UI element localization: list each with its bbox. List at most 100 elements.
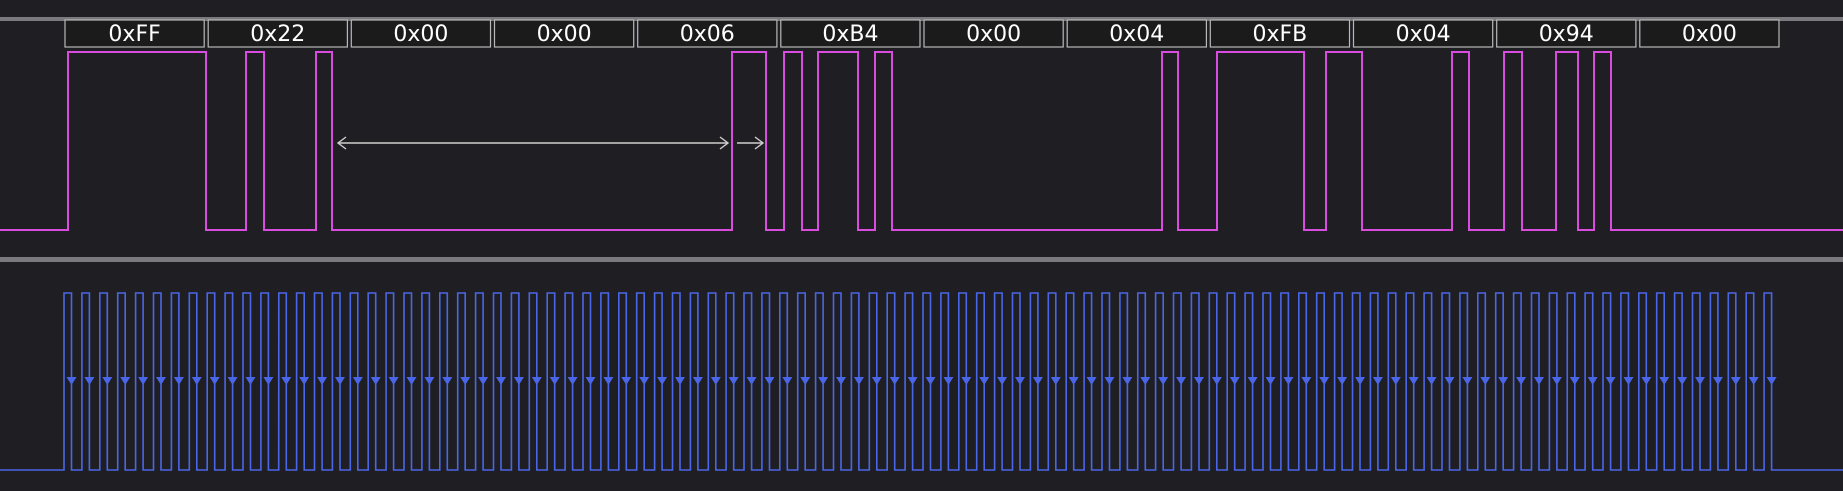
falling-edge-marker-icon [585, 377, 596, 385]
decoded-byte-box[interactable]: 0x00 [493, 19, 635, 48]
byte-value: 0x00 [537, 22, 592, 47]
falling-edge-marker-icon [424, 377, 435, 385]
clock-channel[interactable] [0, 292, 1843, 471]
falling-edge-marker-icon [1659, 377, 1670, 385]
falling-edge-marker-icon [1480, 377, 1491, 385]
falling-edge-marker-icon [245, 377, 256, 385]
falling-edge-marker-icon [1104, 377, 1115, 385]
byte-value: 0x22 [250, 22, 305, 47]
falling-edge-marker-icon [513, 377, 524, 385]
decoded-byte-box[interactable]: 0x04 [1066, 19, 1207, 48]
falling-edge-marker-icon [800, 377, 811, 385]
decoded-byte-box[interactable]: 0xFB [1209, 19, 1351, 48]
falling-edge-marker-icon [657, 377, 668, 385]
falling-edge-marker-icon [1050, 377, 1061, 385]
falling-edge-marker-icon [1730, 377, 1741, 385]
falling-edge-marker-icon [1712, 377, 1723, 385]
falling-edge-marker-icon [674, 377, 685, 385]
timing-marker[interactable] [336, 136, 765, 150]
waveform-canvas[interactable]: 0xFF 0x22 0x00 0x00 0x06 0xB4 0x00 0x04 0xFB 0x04… [0, 0, 1843, 491]
falling-edge-marker-icon [1247, 377, 1258, 385]
falling-edge-marker-icon [263, 377, 274, 385]
decoded-byte-box[interactable]: 0xFF [64, 19, 205, 48]
falling-edge-marker-icon [1748, 377, 1759, 385]
falling-edge-marker-icon [1695, 377, 1706, 385]
byte-value: 0x06 [680, 22, 735, 47]
falling-edge-marker-icon [1408, 377, 1419, 385]
falling-edge-marker-icon [334, 377, 345, 385]
falling-edge-marker-icon [442, 377, 453, 385]
falling-edge-marker-icon [1533, 377, 1544, 385]
byte-value: 0xFF [108, 22, 160, 47]
falling-edge-marker-icon [549, 377, 560, 385]
falling-edge-marker-icon [1211, 377, 1222, 385]
falling-edge-marker-icon [1122, 377, 1133, 385]
falling-edge-marker-icon [317, 377, 328, 385]
falling-edge-marker-icon [1372, 377, 1383, 385]
falling-edge-marker-icon [943, 377, 954, 385]
falling-edge-marker-icon [1355, 377, 1366, 385]
falling-edge-marker-icon [281, 377, 292, 385]
data-channel[interactable] [0, 51, 1843, 231]
byte-value: 0x00 [393, 22, 448, 47]
falling-edge-marker-icon [1337, 377, 1348, 385]
falling-edge-marker-icon [1068, 377, 1079, 385]
byte-value: 0x04 [1396, 22, 1451, 47]
falling-edge-marker-icon [1265, 377, 1276, 385]
falling-edge-marker-icon [460, 377, 471, 385]
falling-edge-marker-icon [1319, 377, 1330, 385]
falling-edge-marker-icon [66, 377, 77, 385]
decoded-byte-box[interactable]: 0x00 [1639, 19, 1780, 48]
falling-edge-marker-icon [567, 377, 578, 385]
channel-separator [0, 257, 1843, 262]
byte-value: 0x94 [1539, 22, 1594, 47]
byte-value: 0x04 [1109, 22, 1164, 47]
falling-edge-marker-icon [155, 377, 166, 385]
decoded-byte-box[interactable]: 0x00 [923, 19, 1064, 48]
falling-edge-marker-icon [1677, 377, 1688, 385]
falling-edge-marker-icon [1176, 377, 1187, 385]
byte-value: 0xFB [1253, 22, 1308, 47]
falling-edge-marker-icon [621, 377, 632, 385]
falling-edge-marker-icon [138, 377, 149, 385]
edge-markers [66, 377, 1777, 385]
falling-edge-marker-icon [979, 377, 990, 385]
falling-edge-marker-icon [299, 377, 310, 385]
decoded-byte-box[interactable]: 0x22 [207, 19, 348, 48]
byte-value: 0x00 [1682, 22, 1737, 47]
falling-edge-marker-icon [173, 377, 184, 385]
falling-edge-marker-icon [1283, 377, 1294, 385]
decoded-byte-box[interactable]: 0x06 [637, 19, 778, 48]
logic-analyzer-view: 0xFF 0x22 0x00 0x00 0x06 0xB4 0x00 0x04 0xFB 0x04… [0, 0, 1843, 491]
falling-edge-marker-icon [496, 377, 507, 385]
falling-edge-marker-icon [1390, 377, 1401, 385]
falling-edge-marker-icon [889, 377, 900, 385]
decoded-byte-box[interactable]: 0xB4 [780, 19, 921, 48]
falling-edge-marker-icon [746, 377, 757, 385]
falling-edge-marker-icon [191, 377, 202, 385]
falling-edge-marker-icon [1229, 377, 1240, 385]
decoded-byte-box[interactable]: 0x04 [1352, 19, 1494, 48]
falling-edge-marker-icon [728, 377, 739, 385]
falling-edge-marker-icon [102, 377, 113, 385]
falling-edge-marker-icon [639, 377, 650, 385]
decoded-byte-box[interactable]: 0x00 [350, 19, 492, 48]
falling-edge-marker-icon [1426, 377, 1437, 385]
falling-edge-marker-icon [1014, 377, 1025, 385]
falling-edge-marker-icon [1032, 377, 1043, 385]
falling-edge-marker-icon [227, 377, 238, 385]
falling-edge-marker-icon [406, 377, 417, 385]
falling-edge-marker-icon [1158, 377, 1169, 385]
falling-edge-marker-icon [782, 377, 793, 385]
decoded-byte-box[interactable]: 0x94 [1496, 19, 1637, 48]
falling-edge-marker-icon [370, 377, 381, 385]
falling-edge-marker-icon [1498, 377, 1509, 385]
falling-edge-marker-icon [907, 377, 918, 385]
byte-value: 0x00 [966, 22, 1021, 47]
falling-edge-marker-icon [478, 377, 489, 385]
falling-edge-marker-icon [1569, 377, 1580, 385]
falling-edge-marker-icon [1462, 377, 1473, 385]
falling-edge-marker-icon [1193, 377, 1204, 385]
falling-edge-marker-icon [120, 377, 131, 385]
falling-edge-marker-icon [710, 377, 721, 385]
